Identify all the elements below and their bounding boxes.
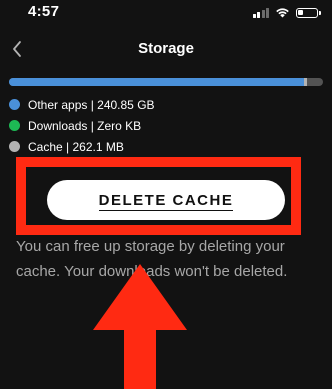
storage-usage-bar <box>9 78 323 86</box>
annotation-arrow-icon <box>93 264 187 389</box>
page-title: Storage <box>138 40 194 57</box>
status-bar: 4:57 <box>0 0 332 28</box>
legend-dot-icon <box>9 120 20 131</box>
legend-item-downloads: Downloads | Zero KB <box>9 115 155 136</box>
legend-item-cache: Cache | 262.1 MB <box>9 136 155 157</box>
legend-label: Downloads | Zero KB <box>28 118 142 133</box>
status-icons <box>252 7 321 18</box>
storage-segment-cache <box>304 78 308 86</box>
storage-segment-other-apps <box>9 78 305 86</box>
delete-cache-label: DELETE CACHE <box>98 191 234 211</box>
legend-label: Other apps | 240.85 GB <box>28 97 155 112</box>
nav-bar: Storage <box>0 30 332 68</box>
legend-label: Cache | 262.1 MB <box>28 139 124 154</box>
delete-cache-button[interactable]: DELETE CACHE <box>47 180 285 220</box>
legend-item-other-apps: Other apps | 240.85 GB <box>9 94 155 115</box>
status-time: 4:57 <box>28 3 60 20</box>
wifi-icon <box>276 8 289 18</box>
signal-icon <box>252 7 269 18</box>
battery-icon <box>296 7 321 18</box>
storage-legend: Other apps | 240.85 GB Downloads | Zero … <box>9 94 155 157</box>
legend-dot-icon <box>9 99 20 110</box>
legend-dot-icon <box>9 141 20 152</box>
